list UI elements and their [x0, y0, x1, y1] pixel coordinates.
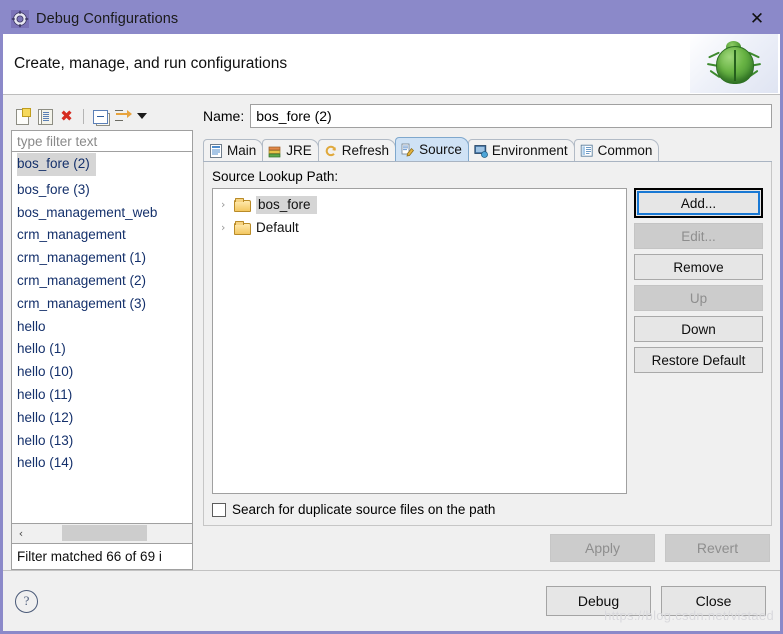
expander-icon[interactable]: › [221, 198, 234, 211]
list-item[interactable]: crm_management [12, 224, 192, 247]
add-button-label: Add... [680, 195, 717, 211]
jre-tab-icon [268, 144, 282, 158]
refresh-tab-icon [324, 144, 338, 158]
tab-label: Source [419, 142, 462, 157]
tab-label: Environment [491, 143, 568, 158]
filter-status-text: Filter matched 66 of 69 i [11, 544, 193, 570]
list-item[interactable]: crm_management (1) [12, 247, 192, 270]
source-tab-icon [401, 143, 415, 157]
name-input[interactable]: bos_fore (2) [250, 104, 772, 128]
title-bar: Debug Configurations ✕ [3, 3, 780, 34]
tab-environment[interactable]: Environment [467, 139, 575, 161]
tree-row[interactable]: › bos_fore [213, 193, 626, 216]
tab-main[interactable]: Main [203, 139, 264, 161]
tree-item-label: bos_fore [256, 195, 317, 214]
tab-jre[interactable]: JRE [262, 139, 319, 161]
list-item[interactable]: hello (13) [12, 430, 192, 453]
list-item[interactable]: hello (10) [12, 361, 192, 384]
list-item[interactable]: hello [12, 316, 192, 339]
duplicate-icon[interactable] [36, 108, 53, 125]
tab-label: Main [227, 143, 257, 158]
name-row: Name: bos_fore (2) [203, 103, 772, 129]
source-tab-panel: Source Lookup Path: › bos_fore › Default [203, 162, 772, 526]
tab-source[interactable]: Source [395, 137, 469, 161]
expander-icon[interactable]: › [221, 221, 234, 234]
list-item[interactable]: hello (14) [12, 452, 192, 475]
configuration-editor: Name: bos_fore (2) Main JRE Refresh Sour… [193, 103, 772, 570]
delete-icon[interactable]: ✖ [58, 108, 75, 125]
list-item[interactable]: bos_fore (2) [17, 153, 96, 176]
bug-icon [690, 34, 778, 93]
dialog-header: Create, manage, and run configurations [3, 34, 780, 95]
page-title: Create, manage, and run configurations [14, 55, 288, 72]
toolbar-separator [83, 108, 84, 124]
gear-icon [11, 9, 29, 28]
source-lookup-area: › bos_fore › Default Add... Edit... Remo… [212, 188, 763, 494]
tab-label: Common [597, 143, 653, 158]
list-item[interactable]: hello (12) [12, 407, 192, 430]
filter-icon[interactable] [114, 108, 132, 125]
source-path-buttons: Add... Edit... Remove Up Down Restore De… [634, 188, 763, 494]
scroll-left-icon[interactable]: ‹ [12, 525, 30, 543]
tab-label: Refresh [341, 143, 390, 158]
search-duplicates-checkbox[interactable] [212, 502, 226, 517]
tab-label: JRE [286, 143, 312, 158]
environment-tab-icon [474, 144, 488, 158]
list-item[interactable]: crm_management (3) [12, 293, 192, 316]
source-lookup-path-label: Source Lookup Path: [212, 169, 339, 184]
apply-button[interactable]: Apply [550, 534, 655, 562]
list-item[interactable]: hello (11) [12, 384, 192, 407]
search-duplicates-label: Search for duplicate source files on the… [232, 502, 496, 517]
list-item[interactable]: bos_fore (3) [12, 179, 192, 202]
tree-row[interactable]: › Default [213, 216, 626, 239]
filter-input[interactable]: type filter text [11, 130, 193, 152]
up-button[interactable]: Up [634, 285, 763, 311]
watermark: https://blog.csdn.net/vistaed [604, 608, 774, 623]
collapse-all-icon[interactable] [92, 108, 110, 126]
dialog-footer: ? Debug Close https://blog.csdn.net/vist… [3, 570, 780, 631]
new-launch-configuration-icon[interactable] [14, 107, 31, 125]
chevron-down-icon[interactable] [137, 113, 147, 119]
revert-button[interactable]: Revert [665, 534, 770, 562]
down-button[interactable]: Down [634, 316, 763, 342]
folder-icon [234, 220, 251, 235]
apply-revert-row: Apply Revert [203, 526, 772, 570]
tab-common[interactable]: Common [573, 139, 660, 161]
common-tab-icon [580, 144, 594, 158]
horizontal-scrollbar[interactable]: ‹ [11, 524, 193, 544]
dialog-body: ✖ type filter text bos_fore (2) bos_fore… [3, 95, 780, 570]
main-tab-icon [209, 143, 223, 158]
name-label: Name: [203, 108, 245, 124]
configurations-panel: ✖ type filter text bos_fore (2) bos_fore… [11, 103, 193, 570]
list-item[interactable]: hello (1) [12, 338, 192, 361]
tab-refresh[interactable]: Refresh [317, 139, 397, 161]
tab-strip: Main JRE Refresh Source Environment Comm… [203, 137, 772, 162]
edit-button[interactable]: Edit... [634, 223, 763, 249]
source-lookup-tree[interactable]: › bos_fore › Default [212, 188, 627, 494]
window-title: Debug Configurations [36, 10, 179, 27]
tree-item-label: Default [256, 220, 299, 235]
folder-icon [234, 197, 251, 212]
close-icon[interactable]: ✕ [734, 3, 780, 34]
help-icon[interactable]: ? [15, 589, 38, 613]
configurations-list[interactable]: bos_fore (2) bos_fore (3) bos_management… [11, 152, 193, 524]
add-button[interactable]: Add... [634, 188, 763, 218]
debug-configurations-dialog: Debug Configurations ✕ Create, manage, a… [0, 0, 783, 634]
scrollbar-thumb[interactable] [62, 525, 147, 541]
list-item[interactable]: crm_management (2) [12, 270, 192, 293]
remove-button[interactable]: Remove [634, 254, 763, 280]
list-item[interactable]: bos_management_web [12, 202, 192, 225]
search-duplicates-row[interactable]: Search for duplicate source files on the… [212, 502, 763, 519]
configurations-toolbar: ✖ [11, 103, 193, 129]
restore-default-button[interactable]: Restore Default [634, 347, 763, 373]
